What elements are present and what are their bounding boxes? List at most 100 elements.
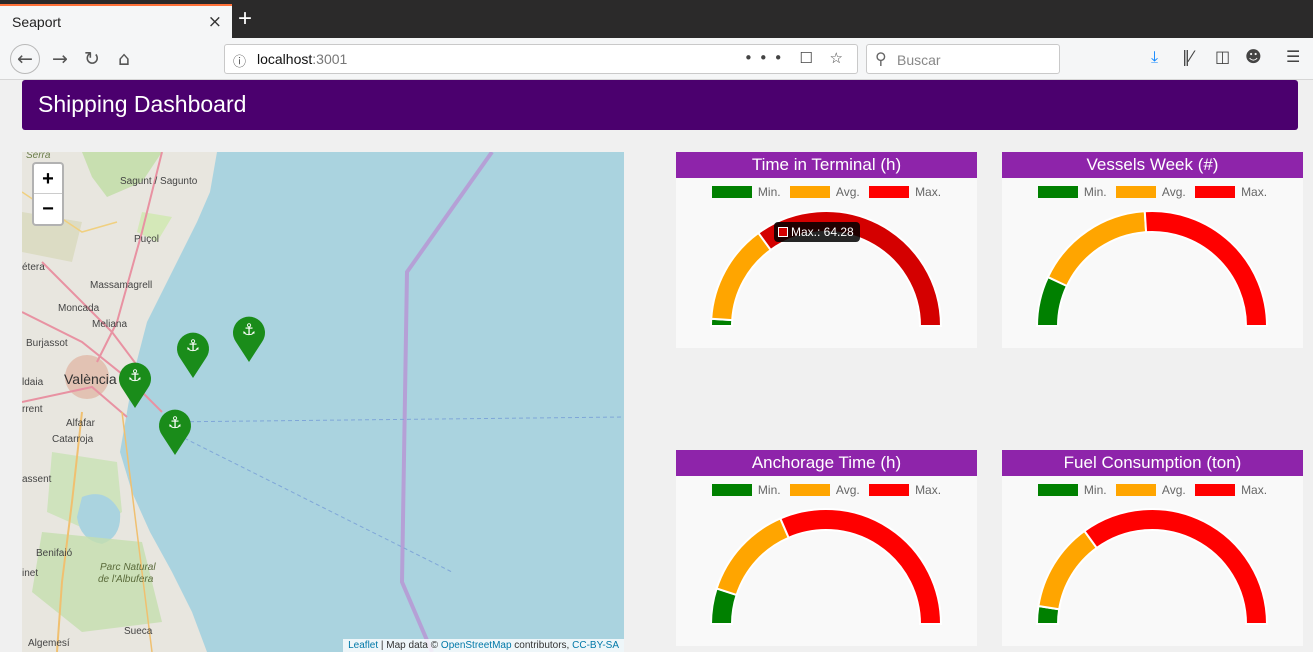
leaflet-link[interactable]: Leaflet [348,640,378,651]
license-link[interactable]: CC-BY-SA [572,640,619,651]
gauge-chart[interactable] [1002,204,1303,348]
browser-nav-bar: ← → ↻ ⌂ ⓘ localhost:3001 ••• ☐ ☆ ⚲ Busca… [0,38,1313,80]
gauge-segment-max[interactable] [779,508,943,625]
url-text: localhost:3001 [257,51,347,67]
legend-label: Min. [1083,185,1107,199]
legend-swatch-max [1195,484,1236,496]
legend-item-min[interactable]: Min. [1037,185,1107,199]
legend-swatch-min [711,484,752,496]
legend-swatch-min [711,186,752,198]
legend-label: Min. [1083,483,1107,497]
legend-swatch-avg [789,186,830,198]
zoom-control: + − [32,162,64,226]
dashboard-header: Shipping Dashboard [22,80,1298,130]
legend-label: Max. [915,185,942,199]
osm-link[interactable]: OpenStreetMap [441,640,512,651]
map-view[interactable]: Serra Sagunt / Sagunto Puçol étera Massa… [22,152,624,652]
legend-label: Max. [1241,483,1268,497]
close-tab-icon[interactable]: × [208,12,222,32]
sidebar-icon[interactable]: ◫ [1215,47,1230,66]
svg-text:⚓: ⚓ [242,320,256,339]
menu-icon[interactable]: ☰ [1286,47,1300,66]
library-icon[interactable]: ‖⁄ [1182,47,1193,66]
legend-swatch-avg [789,484,830,496]
legend-swatch-max [869,186,910,198]
tab-title: Seaport [12,14,62,30]
page-actions-icons[interactable]: ••• ☐ ☆ [744,49,849,67]
back-arrow-icon[interactable]: ← [10,44,40,74]
legend-item-max[interactable]: Max. [869,483,941,497]
zoom-out-button[interactable]: − [34,194,62,224]
panel-title: Time in Terminal (h) [676,152,977,178]
legend-swatch-max [869,484,910,496]
anchor-icon[interactable]: ⚓ [177,332,209,378]
legend-item-min[interactable]: Min. [711,185,781,199]
home-icon[interactable]: ⌂ [110,45,138,73]
attribution-text: | Map data © [378,640,441,651]
forward-arrow-icon[interactable]: → [46,45,74,73]
account-icon[interactable]: ☻ [1245,47,1262,66]
svg-text:⚓: ⚓ [128,366,142,385]
svg-text:⚓: ⚓ [186,336,200,355]
info-icon[interactable]: ⓘ [233,51,246,70]
panel-title: Anchorage Time (h) [676,450,977,476]
browser-tab-bar: Seaport × + [0,0,1313,38]
search-bar[interactable]: ⚲ Buscar [866,44,1060,74]
legend-item-avg[interactable]: Avg. [789,185,860,199]
anchor-icon[interactable]: ⚓ [159,409,191,455]
legend-label: Avg. [1161,185,1186,199]
search-icon: ⚲ [875,49,887,68]
url-bar[interactable]: ⓘ localhost:3001 ••• ☐ ☆ [224,44,858,74]
anchor-icon[interactable]: ⚓ [119,362,151,408]
url-port: :3001 [312,51,348,67]
legend-swatch-max [1195,186,1236,198]
legend-swatch-avg [1115,186,1156,198]
map-attribution: Leaflet | Map data © OpenStreetMap contr… [343,639,624,652]
gauge-segment-max[interactable] [1083,508,1269,625]
legend-swatch-avg [1115,484,1156,496]
tab-seaport[interactable]: Seaport × [0,4,232,38]
legend-swatch-min [1037,484,1078,496]
gauge-segment-max[interactable] [1143,210,1269,327]
gauge-segment-avg[interactable] [1046,210,1148,288]
gauge-segment-avg[interactable] [710,231,773,322]
gauge-segment-avg[interactable] [715,517,790,597]
gauge-panel-anchorage-time: Anchorage Time (h) Min. Avg. Max. [676,450,977,646]
reload-icon[interactable]: ↻ [78,45,106,73]
legend-item-min[interactable]: Min. [1037,483,1107,497]
legend-item-avg[interactable]: Avg. [1115,185,1186,199]
anchor-icon[interactable]: ⚓ [233,316,265,362]
tooltip-swatch [778,227,788,237]
legend-item-max[interactable]: Max. [1195,185,1267,199]
legend-item-max[interactable]: Max. [1195,483,1267,497]
panel-title: Fuel Consumption (ton) [1002,450,1303,476]
new-tab-button[interactable]: + [238,5,252,33]
legend-item-max[interactable]: Max. [869,185,941,199]
svg-text:⚓: ⚓ [168,413,182,432]
legend-label: Avg. [1161,483,1186,497]
gauge-legend: Min. Avg. Max. [676,185,977,201]
tooltip-text: Max.: 64.28 [791,225,854,239]
gauge-chart[interactable] [1002,502,1303,646]
attribution-text: contributors, [511,640,573,651]
legend-item-avg[interactable]: Avg. [1115,483,1186,497]
legend-label: Avg. [835,483,860,497]
url-host: localhost [257,51,313,67]
search-input[interactable]: Buscar [897,52,941,68]
legend-label: Min. [757,483,781,497]
gauge-panel-vessels-week: Vessels Week (#) Min. Avg. Max. [1002,152,1303,348]
gauge-legend: Min. Avg. Max. [676,483,977,499]
zoom-in-button[interactable]: + [34,164,62,194]
gauge-panel-fuel-consumption: Fuel Consumption (ton) Min. Avg. Max. [1002,450,1303,646]
page-title: Shipping Dashboard [38,91,247,117]
gauge-chart[interactable] [676,502,977,646]
legend-item-min[interactable]: Min. [711,483,781,497]
legend-item-avg[interactable]: Avg. [789,483,860,497]
download-icon[interactable]: ⤓ [1151,47,1158,67]
marker-layer: ⚓ ⚓ ⚓ ⚓ [119,316,265,455]
legend-swatch-min [1037,186,1078,198]
gauge-panel-time-in-terminal: Time in Terminal (h) Min. Avg. Max. Max.… [676,152,977,348]
gauge-legend: Min. Avg. Max. [1002,483,1303,499]
gauge-segment-avg[interactable] [1037,529,1099,611]
legend-label: Max. [915,483,942,497]
